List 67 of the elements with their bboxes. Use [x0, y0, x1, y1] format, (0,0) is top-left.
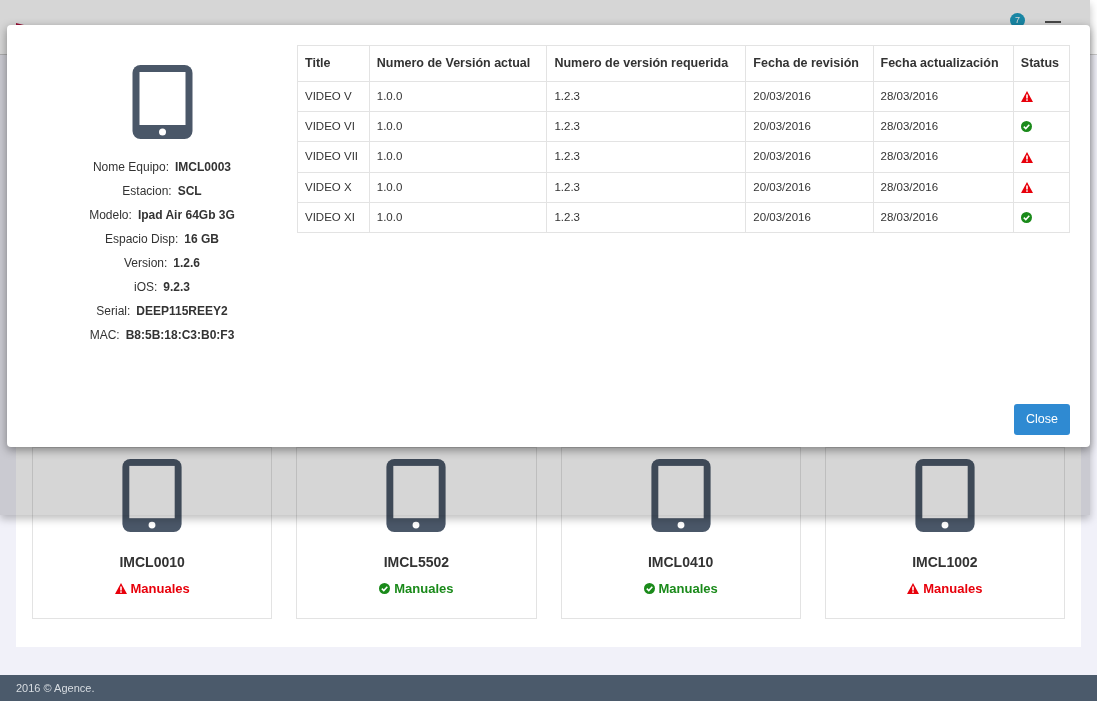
table-cell: VIDEO V	[297, 81, 370, 112]
device-field: Serial: DEEP115REEY2	[96, 304, 228, 319]
tablet-icon	[122, 459, 183, 532]
table-cell: 20/03/2016	[745, 111, 873, 142]
column-header: Title	[297, 45, 370, 82]
tablet-icon	[650, 459, 711, 532]
footer-text: 2016 © Agence.	[0, 675, 1097, 701]
device-field: Modelo: Ipad Air 64Gb 3G	[89, 208, 235, 223]
device-name: IMCL0410	[647, 553, 714, 572]
column-header: Numero de versión requerida	[546, 45, 746, 82]
column-header: Fecha actualización	[873, 45, 1014, 82]
status-label: Manuales	[394, 580, 454, 598]
table-cell: VIDEO VI	[297, 111, 370, 142]
column-header: Numero de Versión actual	[369, 45, 547, 82]
warning-icon	[114, 583, 127, 595]
status-label: Manuales	[923, 580, 983, 598]
status-label: Manuales	[658, 580, 718, 598]
column-header: Fecha de revisión	[745, 45, 873, 82]
table-cell: 20/03/2016	[745, 202, 873, 233]
table-cell: 28/03/2016	[873, 172, 1014, 203]
device-card[interactable]: IMCL5502 Manuales	[296, 447, 537, 619]
tablet-icon	[131, 65, 193, 139]
device-name: IMCL0010	[119, 553, 185, 572]
table-cell: 1.0.0	[369, 202, 547, 233]
table-cell: 20/03/2016	[745, 141, 873, 172]
device-card[interactable]: IMCL0410 Manuales	[560, 447, 801, 619]
device-name: IMCL1002	[912, 553, 978, 572]
device-card[interactable]: IMCL0010 Manuales	[32, 447, 273, 619]
warning-icon	[1020, 181, 1033, 193]
tablet-icon	[386, 459, 447, 532]
table-cell: 28/03/2016	[873, 81, 1014, 112]
device-field: Espacio Disp: 16 GB	[104, 232, 220, 247]
table-cell: 28/03/2016	[873, 111, 1014, 142]
table-cell: VIDEO VII	[297, 141, 370, 172]
close-button[interactable]: Close	[1014, 404, 1070, 435]
warning-icon	[907, 583, 920, 595]
device-field: Nome Equipo: IMCL0003	[92, 160, 232, 175]
table-cell: 1.2.3	[546, 81, 746, 112]
device-field: Estacion: SCL	[122, 184, 202, 199]
table-cell: 1.2.3	[546, 172, 746, 203]
table-cell: 1.0.0	[369, 111, 547, 142]
table-cell: 1.2.3	[546, 111, 746, 142]
device-field: iOS: 9.2.3	[133, 280, 190, 295]
warning-icon	[1020, 151, 1033, 163]
status-label: Manuales	[130, 580, 190, 598]
table-cell: VIDEO XI	[297, 202, 370, 233]
table-cell: 1.2.3	[546, 141, 746, 172]
tablet-icon	[914, 459, 975, 532]
check-icon	[379, 583, 391, 595]
device-field: MAC: B8:5B:18:C3:B0:F3	[89, 328, 235, 343]
table-cell: 1.0.0	[369, 141, 547, 172]
table-cell: 1.0.0	[369, 81, 547, 112]
check-icon	[1020, 212, 1032, 224]
device-card[interactable]: IMCL1002 Manuales	[824, 447, 1065, 619]
table-cell: 1.0.0	[369, 172, 547, 203]
check-icon	[1020, 121, 1032, 133]
table-cell: 20/03/2016	[745, 81, 873, 112]
check-icon	[643, 583, 655, 595]
column-header: Status	[1013, 45, 1070, 82]
warning-icon	[1020, 91, 1033, 103]
table-cell: 28/03/2016	[873, 141, 1014, 172]
table-cell: 28/03/2016	[873, 202, 1014, 233]
table-cell: 1.2.3	[546, 202, 746, 233]
table-cell: 20/03/2016	[745, 172, 873, 203]
device-name: IMCL5502	[383, 553, 450, 572]
table-cell: VIDEO X	[297, 172, 370, 203]
device-field: Version: 1.2.6	[123, 256, 201, 271]
